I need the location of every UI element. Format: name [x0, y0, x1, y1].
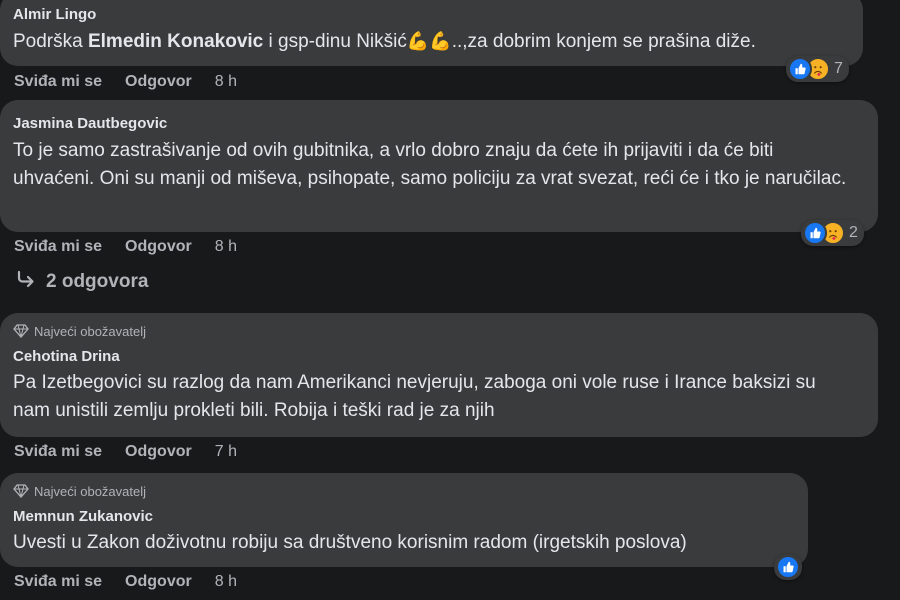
comment-timestamp[interactable]: 7 h: [215, 443, 237, 461]
reply-arrow-icon: [16, 270, 36, 294]
reaction-summary[interactable]: 7: [786, 56, 849, 82]
badge-label: Najveći obožavatelj: [34, 483, 147, 499]
top-fan-badge: Najveći obožavatelj: [13, 322, 864, 340]
like-reaction-icon: [776, 555, 800, 579]
view-replies-link[interactable]: 2 odgovora: [16, 270, 148, 294]
mention-link[interactable]: Elmedin Konakovic: [88, 31, 263, 52]
comment-author[interactable]: Cehotina Drina: [13, 347, 864, 367]
like-reaction-icon: [803, 221, 827, 245]
comment-timestamp[interactable]: 8 h: [215, 73, 237, 91]
comment-text-part: i gsp-dinu Nikšić: [263, 31, 407, 52]
reply-button[interactable]: Odgovor: [125, 73, 192, 91]
comment-timestamp[interactable]: 8 h: [215, 573, 237, 591]
comment-timestamp[interactable]: 8 h: [215, 238, 237, 256]
comment-author[interactable]: Memnun Zukanovic: [13, 507, 794, 527]
replies-count-label: 2 odgovora: [46, 271, 149, 292]
comment-text: Uvesti u Zakon doživotnu robiju sa društ…: [13, 532, 687, 553]
like-button[interactable]: Sviđa mi se: [14, 443, 102, 461]
comment-actions: Sviđa mi se Odgovor 7 h: [14, 443, 237, 461]
reaction-summary[interactable]: [774, 554, 802, 580]
flexed-biceps-emoji: 💪💪: [406, 31, 452, 51]
like-button[interactable]: Sviđa mi se: [14, 73, 102, 91]
comment-bubble: Najveći obožavatelj Cehotina Drina Pa Iz…: [0, 313, 878, 437]
comment-bubble: Almir Lingo Podrška Elmedin Konakovic i …: [0, 0, 863, 66]
top-fan-badge: Najveći obožavatelj: [13, 482, 794, 500]
comment-bubble: Jasmina Dautbegovic To je samo zastrašiv…: [0, 100, 878, 232]
comment-bubble: Najveći obožavatelj Memnun Zukanovic Uve…: [0, 473, 808, 567]
reaction-count: 7: [834, 60, 843, 77]
comment-text: To je samo zastrašivanje od ovih gubitni…: [13, 140, 847, 189]
comment-author[interactable]: Jasmina Dautbegovic: [13, 114, 864, 134]
comment-author[interactable]: Almir Lingo: [13, 5, 849, 25]
comment-text: Podrška Elmedin Konakovic i gsp-dinu Nik…: [13, 27, 849, 56]
comment-text-part: Podrška: [13, 31, 88, 52]
reaction-summary[interactable]: 2: [801, 220, 864, 246]
reply-button[interactable]: Odgovor: [125, 238, 192, 256]
diamond-icon: [13, 324, 29, 338]
comment-text: Pa Izetbegovici su razlog da nam Amerika…: [13, 372, 816, 421]
diamond-icon: [13, 484, 29, 498]
comment-text-part: ..,za dobrim konjem se prašina diže.: [451, 31, 756, 52]
like-button[interactable]: Sviđa mi se: [14, 238, 102, 256]
badge-label: Najveći obožavatelj: [34, 323, 147, 339]
reply-button[interactable]: Odgovor: [125, 443, 192, 461]
reaction-count: 2: [849, 224, 858, 241]
like-reaction-icon: [788, 57, 812, 81]
reply-button[interactable]: Odgovor: [125, 573, 192, 591]
comment-actions: Sviđa mi se Odgovor 8 h: [14, 573, 237, 591]
like-button[interactable]: Sviđa mi se: [14, 573, 102, 591]
comment-actions: Sviđa mi se Odgovor 8 h: [14, 73, 237, 91]
comment-actions: Sviđa mi se Odgovor 8 h: [14, 238, 237, 256]
